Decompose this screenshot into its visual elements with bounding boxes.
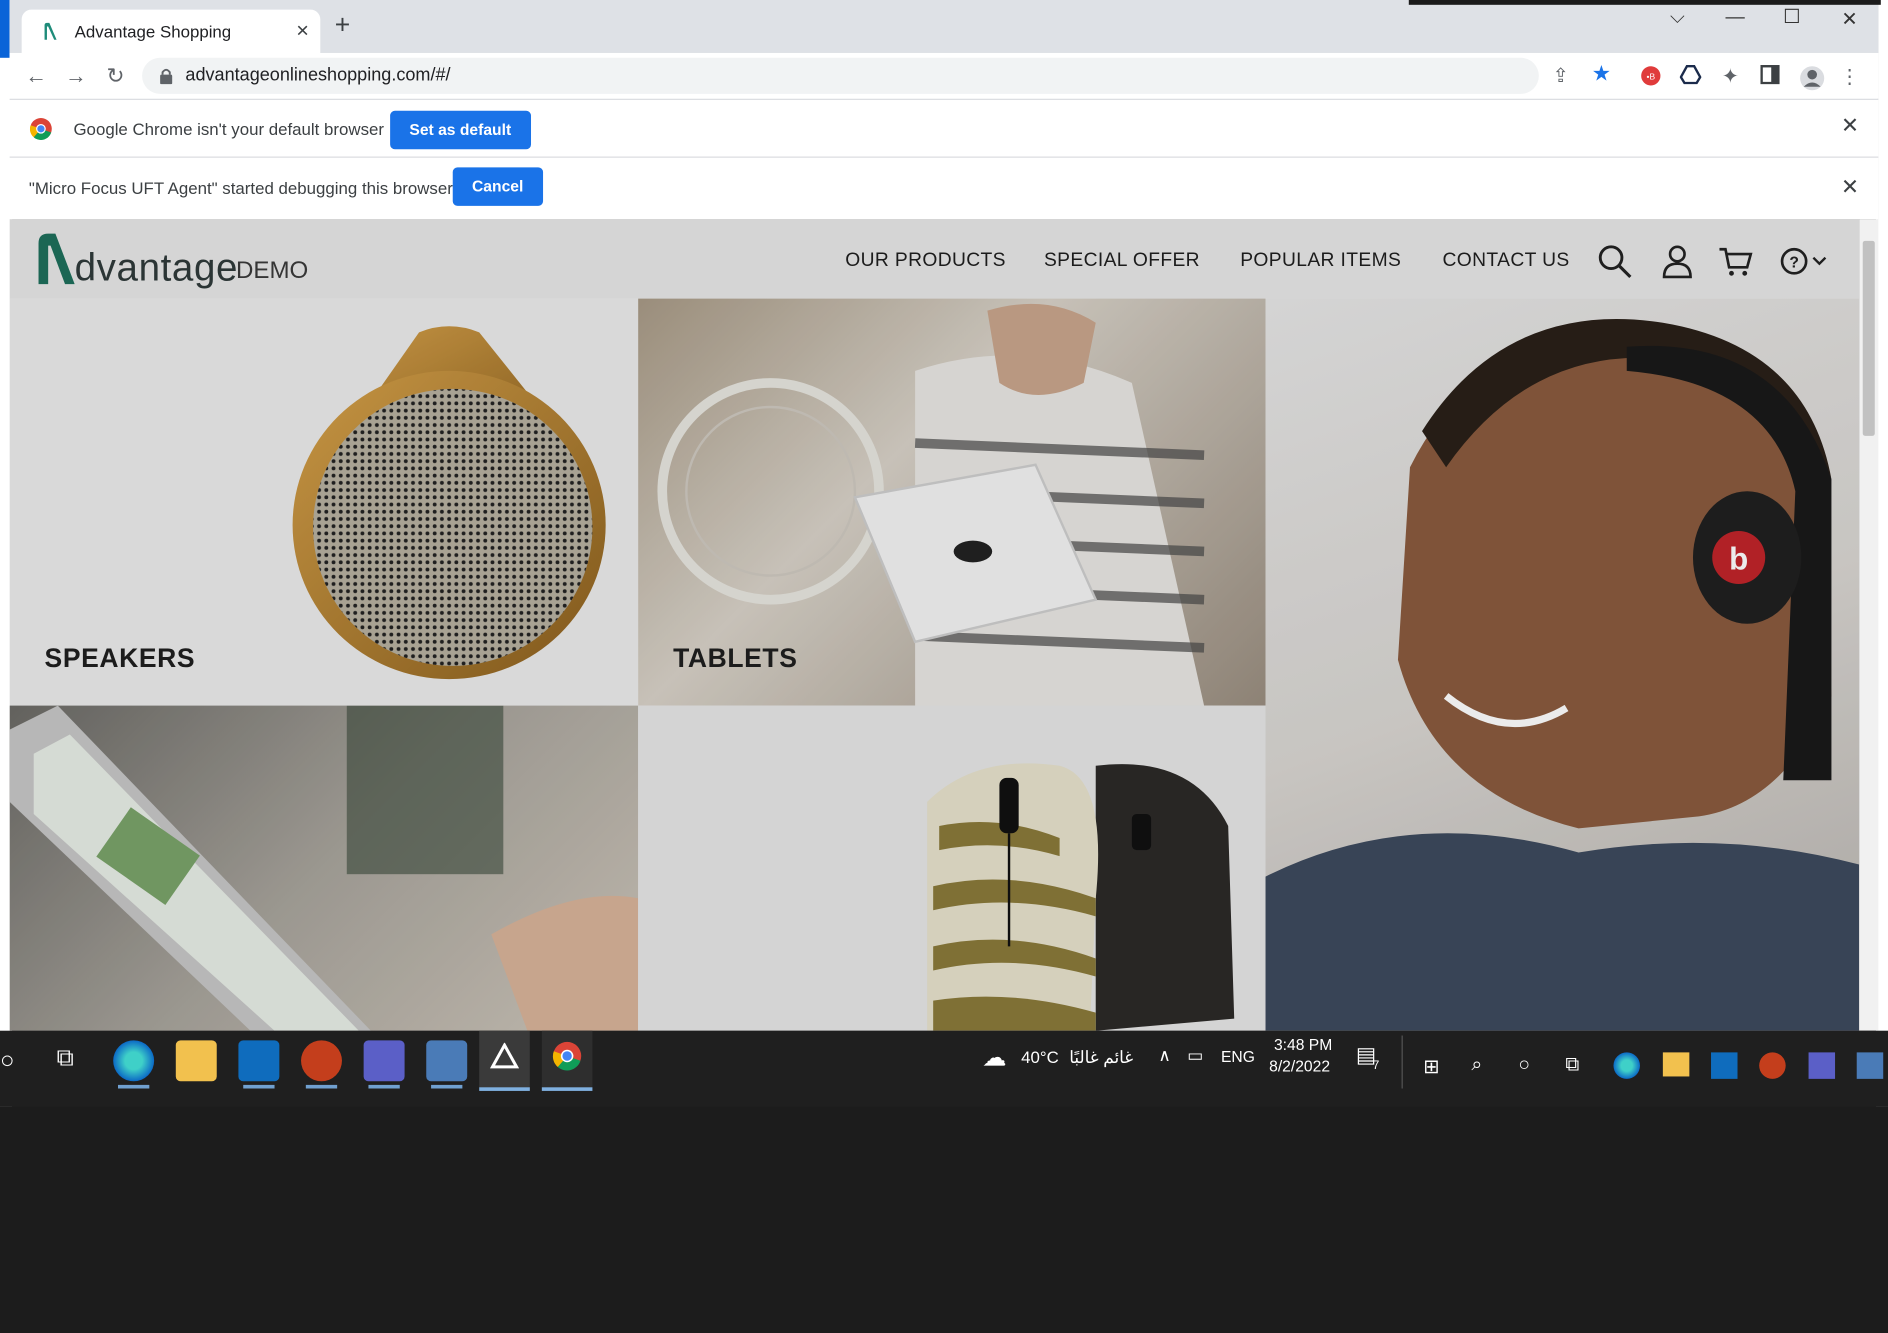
edge-icon[interactable] [1613, 1052, 1640, 1079]
windows-start-icon[interactable]: ⊞ [1423, 1055, 1439, 1079]
notification-count: 7 [1372, 1059, 1380, 1073]
language-indicator[interactable]: ENG [1221, 1048, 1255, 1066]
task-view-icon[interactable]: ⧉ [1565, 1055, 1579, 1077]
teams-icon[interactable] [363, 1040, 405, 1089]
default-browser-infobar: Google Chrome isn't your default browser… [9, 98, 1879, 157]
page-scrollbar[interactable] [1859, 219, 1879, 1031]
set-as-default-button[interactable]: Set as default [390, 110, 531, 150]
bookmark-star-icon[interactable]: ★ [1589, 61, 1613, 85]
chrome-taskbar-app[interactable] [541, 1030, 593, 1091]
powerpoint-icon[interactable] [1759, 1052, 1786, 1079]
outlook-icon[interactable] [1711, 1052, 1738, 1079]
outlook-icon[interactable] [238, 1040, 280, 1089]
side-panel-icon[interactable] [1758, 65, 1782, 89]
lock-icon [160, 68, 173, 85]
weather-text[interactable]: غائم غالبًا [1069, 1048, 1133, 1068]
maximize-button[interactable]: ☐ [1774, 5, 1810, 29]
address-bar[interactable]: advantageonlineshopping.com/#/ ⇪ ★ [142, 57, 1611, 94]
drive-extension-icon[interactable] [1679, 65, 1703, 89]
file-explorer-icon[interactable] [1662, 1052, 1690, 1077]
remote-desktop-icon[interactable] [426, 1040, 468, 1089]
extensions-puzzle-icon[interactable]: ✦ [1718, 65, 1742, 89]
cortana-icon[interactable]: ○ [1518, 1055, 1530, 1077]
search-icon[interactable]: ⌕ [1471, 1055, 1482, 1077]
close-infobar-icon[interactable]: ✕ [1841, 175, 1859, 200]
chevron-up-icon[interactable]: ∧ [1158, 1045, 1170, 1065]
url-text[interactable]: advantageonlineshopping.com/#/ [185, 65, 450, 85]
browser-chrome: Advantage Shopping × + ⌵ — ☐ ✕ ← → ↻ adv… [9, 0, 1881, 220]
advantage-taskbar-app[interactable] [479, 1030, 530, 1091]
weather-cloud-icon[interactable]: ☁ [983, 1043, 1007, 1073]
share-icon[interactable]: ⇪ [1548, 64, 1572, 88]
advantage-favicon-icon [44, 22, 57, 40]
close-infobar-icon[interactable]: ✕ [1841, 113, 1859, 138]
edge-icon[interactable] [113, 1040, 155, 1089]
cancel-debugging-button[interactable]: Cancel [452, 167, 543, 206]
scrollbar-thumb[interactable] [1862, 240, 1875, 436]
tab-advantage-shopping[interactable]: Advantage Shopping × [21, 9, 321, 53]
file-explorer-icon[interactable] [175, 1040, 217, 1082]
tab-strip: Advantage Shopping × + ⌵ — ☐ ✕ [9, 0, 1881, 53]
remote-desktop-icon[interactable] [1856, 1052, 1884, 1079]
battery-icon[interactable]: ▭ [1187, 1045, 1203, 1065]
tab-title: Advantage Shopping [74, 21, 232, 41]
profile-avatar-icon[interactable] [1799, 65, 1825, 91]
default-browser-message: Google Chrome isn't your default browser [73, 119, 384, 139]
back-arrow-icon[interactable]: ← [24, 64, 48, 88]
windows-taskbar: ○ ⧉ ☁ 40°C غائم غالبًا ∧ ▭ ENG 3:48 PM 8… [0, 1030, 1888, 1107]
reload-icon[interactable]: ↻ [104, 64, 128, 88]
chrome-menu-icon[interactable]: ⋮ [1837, 65, 1861, 89]
forward-arrow-icon[interactable]: → [64, 64, 88, 88]
debugging-message: "Micro Focus UFT Agent" started debuggin… [28, 178, 453, 198]
clock-date[interactable]: 8/2/2022 [1269, 1057, 1330, 1075]
cortana-icon[interactable]: ○ [0, 1048, 15, 1076]
weather-temp[interactable]: 40°C [1021, 1048, 1059, 1067]
browser-toolbar: ← → ↻ advantageonlineshopping.com/#/ ⇪ ★… [9, 52, 1879, 99]
minimize-button[interactable]: — [1717, 7, 1753, 29]
chrome-logo-icon [29, 118, 52, 140]
advantage-site: dvantage DEMO OUR PRODUCTS SPECIAL OFFER… [9, 219, 1860, 1031]
teams-icon[interactable] [1808, 1052, 1836, 1079]
advantage-app-icon [490, 1042, 519, 1069]
extension-red-icon[interactable]: •B [1639, 65, 1663, 89]
powerpoint-icon[interactable] [301, 1040, 342, 1089]
chrome-icon [552, 1041, 582, 1071]
tab-close-icon[interactable]: × [296, 18, 309, 43]
task-view-icon[interactable]: ⧉ [57, 1045, 74, 1073]
debugging-infobar: "Micro Focus UFT Agent" started debuggin… [9, 156, 1879, 220]
tab-search-icon[interactable]: ⌵ [1659, 7, 1695, 29]
clock-time[interactable]: 3:48 PM [1274, 1036, 1332, 1054]
new-tab-button[interactable]: + [335, 11, 350, 37]
svg-text:•B: •B [1647, 71, 1656, 81]
close-window-button[interactable]: ✕ [1831, 7, 1867, 31]
